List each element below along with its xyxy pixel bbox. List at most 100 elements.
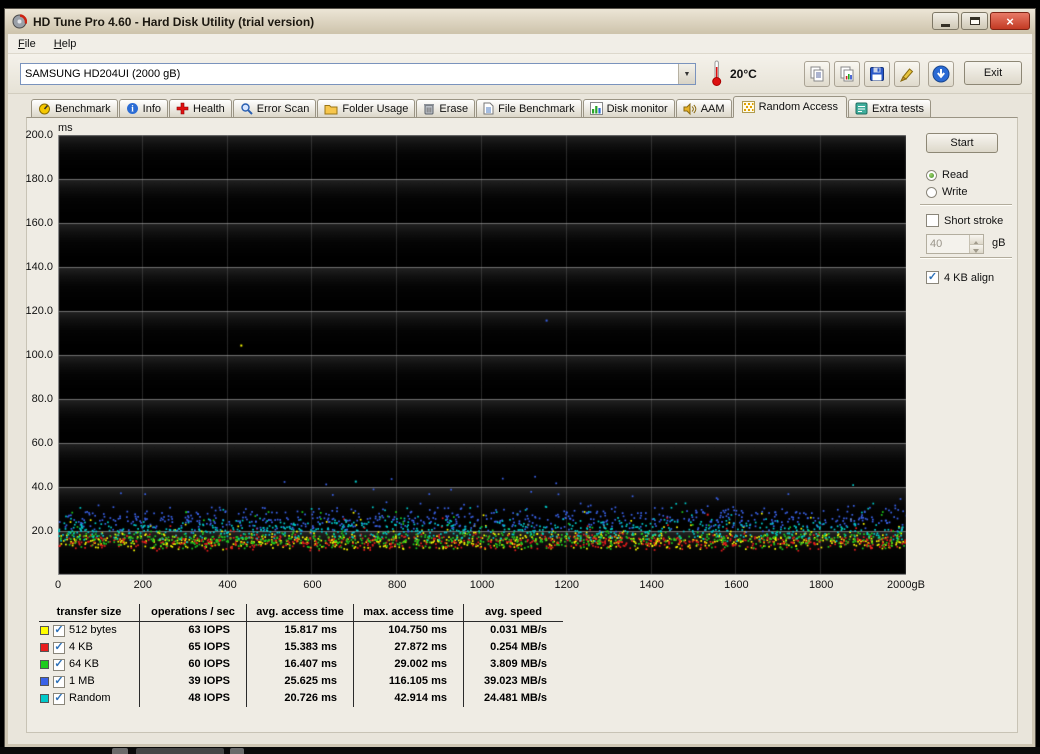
column-header-transfer-size: transfer size (39, 604, 139, 622)
short-stroke-capacity-input (927, 235, 969, 253)
tab-benchmark[interactable]: Benchmark (31, 99, 118, 118)
y-axis-tick-label: 180.0 (25, 173, 53, 185)
capture-icon (899, 66, 915, 82)
y-axis-tick-label: 140.0 (25, 261, 53, 273)
x-axis-tick-label: 600 (303, 579, 322, 591)
close-button[interactable]: × (990, 12, 1030, 30)
y-axis-tick-label: 120.0 (25, 305, 53, 317)
exit-button[interactable]: Exit (964, 61, 1022, 85)
spinner-up-icon (970, 235, 983, 245)
transfer-size-cell: ✓ 512 bytes (39, 622, 139, 639)
drive-selector[interactable]: SAMSUNG HD204UI (2000 gB) ▼ (20, 63, 696, 85)
menu-file[interactable]: File (18, 38, 36, 50)
table-row: ✓ 4 KB 65 IOPS 15.383 ms 27.872 ms 0.254 MB/s (39, 639, 563, 656)
tab-label: Info (142, 102, 161, 115)
maximize-icon (969, 17, 980, 25)
tab-disk-monitor[interactable]: Disk monitor (582, 99, 675, 118)
x-axis-tick-label: 1600 (724, 579, 749, 591)
tab-erase[interactable]: Erase (416, 99, 476, 118)
tab-extra-tests[interactable]: Extra tests (848, 99, 932, 118)
menu-help[interactable]: Help (54, 38, 77, 50)
column-header-avg-access: avg. access time (246, 604, 353, 622)
spinner-down-icon (970, 243, 983, 253)
max-access-cell: 104.750 ms (353, 622, 463, 639)
results-table-body: ✓ 512 bytes 63 IOPS 15.817 ms 104.750 ms 0.03… (39, 622, 563, 707)
separator (920, 204, 1012, 206)
x-axis-tick-label: 1800 (808, 579, 834, 591)
short-stroke-checkbox[interactable] (926, 214, 939, 227)
series-label: 64 KB (69, 658, 99, 670)
kb-align-label: 4 KB align (944, 271, 995, 284)
file-benchmark-icon (483, 102, 494, 115)
tab-label: Random Access (758, 101, 839, 113)
transfer-size-cell: ✓ 1 MB (39, 673, 139, 690)
tab-file-benchmark[interactable]: File Benchmark (476, 99, 582, 118)
tab-random-access[interactable]: Random Access (732, 96, 848, 118)
ops-cell: 60 IOPS (139, 656, 246, 673)
erase-icon (423, 102, 435, 115)
y-axis-unit-label: ms (58, 122, 73, 134)
window-titlebar[interactable]: HD Tune Pro 4.60 - Hard Disk Utility (tr… (5, 9, 1035, 34)
temperature-value: 20°C (730, 67, 757, 81)
start-button[interactable]: Start (926, 133, 998, 153)
menu-bar: File Help (8, 34, 1032, 54)
y-axis-tick-label: 60.0 (31, 437, 53, 449)
write-radio[interactable] (926, 186, 937, 198)
x-axis-tick-label: 1400 (639, 579, 664, 591)
series-color-swatch (40, 694, 49, 703)
y-axis-tick-label: 200.0 (25, 129, 53, 141)
download-button[interactable] (928, 61, 954, 87)
kb-align-checkbox[interactable]: ✓ (926, 271, 939, 284)
tab-info[interactable]: i Info (118, 99, 168, 118)
capture-button[interactable] (894, 61, 920, 87)
tab-label: Error Scan (256, 102, 310, 115)
app-icon (12, 14, 27, 29)
x-axis-tick-label: 200 (133, 579, 152, 591)
error-scan-icon (240, 102, 253, 115)
separator (920, 257, 1012, 259)
toolbar: SAMSUNG HD204UI (2000 gB) ▼ 20°C Exit (8, 54, 1032, 94)
client-area: File Help SAMSUNG HD204UI (2000 gB) ▼ 20… (8, 34, 1032, 744)
copy-image-button[interactable] (834, 61, 860, 87)
tab-folder-usage[interactable]: Folder Usage (317, 99, 416, 118)
save-icon (869, 66, 885, 82)
drive-selector-value: SAMSUNG HD204UI (2000 gB) (25, 68, 181, 80)
table-row: ✓ Random 48 IOPS 20.726 ms 42.914 ms 24.481 M… (39, 690, 563, 707)
series-checkbox[interactable]: ✓ (53, 624, 65, 637)
avg-access-cell: 16.407 ms (246, 656, 353, 673)
save-button[interactable] (864, 61, 890, 87)
avg-access-cell: 15.383 ms (246, 639, 353, 656)
read-radio[interactable] (926, 169, 937, 181)
minimize-button[interactable] (932, 12, 959, 30)
check-icon: ✓ (54, 640, 64, 653)
short-stroke-label: Short stroke (944, 214, 1004, 227)
ops-cell: 39 IOPS (139, 673, 246, 690)
copy-text-button[interactable] (804, 61, 830, 87)
ops-cell: 65 IOPS (139, 639, 246, 656)
series-checkbox[interactable]: ✓ (53, 640, 65, 654)
ops-cell: 48 IOPS (139, 690, 246, 707)
check-icon: ✓ (927, 270, 938, 283)
maximize-button[interactable] (961, 12, 988, 30)
copy-text-icon (809, 66, 825, 82)
avg-access-cell: 15.817 ms (246, 622, 353, 639)
check-icon: ✓ (54, 657, 64, 670)
chevron-down-icon[interactable]: ▼ (678, 64, 695, 84)
series-checkbox[interactable]: ✓ (53, 692, 65, 705)
tab-error-scan[interactable]: Error Scan (232, 99, 317, 118)
tab-label: AAM (700, 102, 725, 115)
tab-label: Folder Usage (342, 102, 409, 115)
x-axis-tick-label: 400 (218, 579, 237, 591)
avg-speed-cell: 3.809 MB/s (463, 656, 563, 673)
series-checkbox[interactable]: ✓ (53, 675, 65, 688)
tab-health[interactable]: Health (169, 99, 232, 118)
tab-aam[interactable]: AAM (675, 99, 732, 118)
series-label: Random (69, 692, 111, 704)
tab-label: Extra tests (872, 102, 925, 115)
transfer-size-cell: ✓ 64 KB (39, 656, 139, 673)
avg-speed-cell: 0.254 MB/s (463, 639, 563, 656)
avg-speed-cell: 0.031 MB/s (463, 622, 563, 639)
series-checkbox[interactable]: ✓ (53, 657, 65, 671)
tab-label: Disk monitor (606, 102, 668, 115)
series-color-swatch (40, 677, 49, 686)
